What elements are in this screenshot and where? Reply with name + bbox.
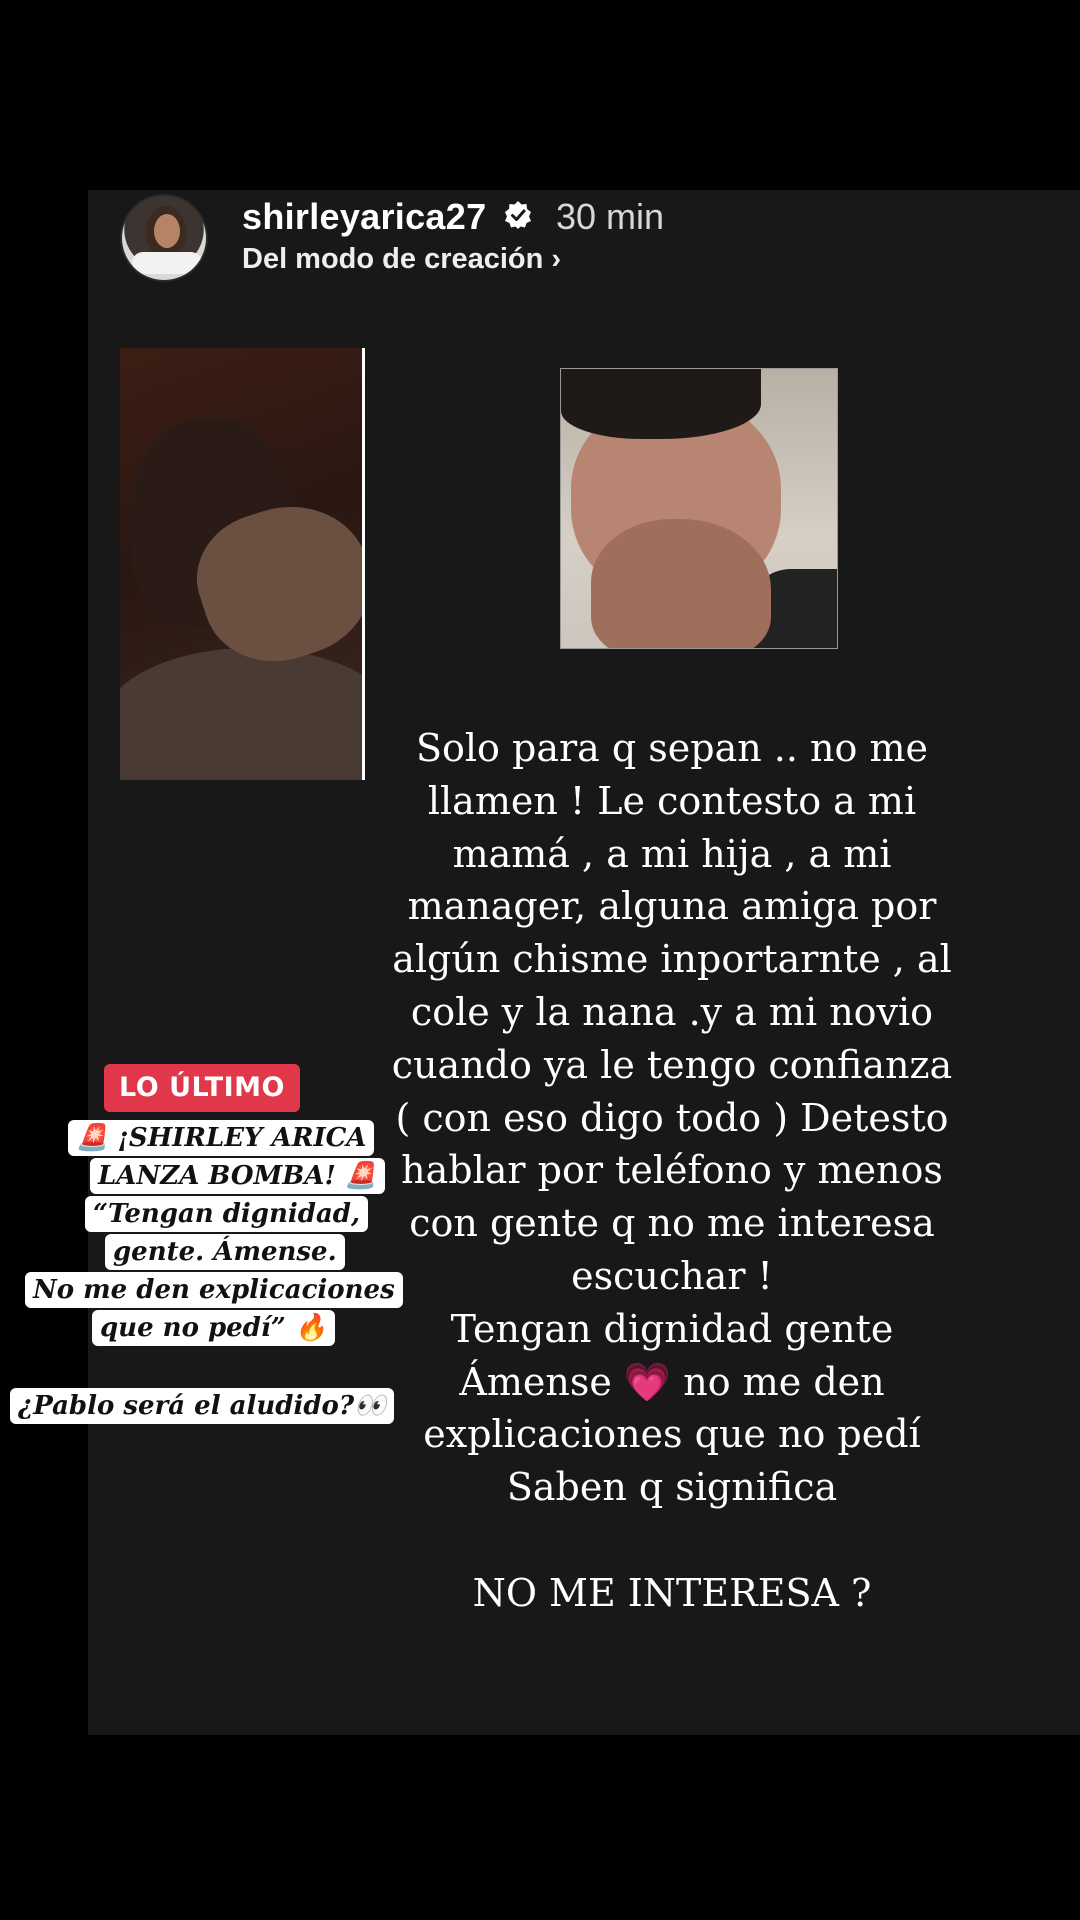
breaking-news-badge: LO ÚLTIMO bbox=[104, 1064, 300, 1112]
caption-line: que no pedí” 🔥 bbox=[92, 1310, 336, 1346]
heart-icon: 💗 bbox=[623, 1359, 672, 1404]
username[interactable]: shirleyarica27 bbox=[242, 196, 486, 238]
verified-badge-icon bbox=[505, 201, 531, 229]
creation-mode-link[interactable]: Del modo de creación › bbox=[242, 243, 561, 276]
caption-line: 🚨 ¡SHIRLEY ARICA bbox=[68, 1120, 375, 1156]
caption-line: LANZA BOMBA! 🚨 bbox=[90, 1158, 386, 1194]
profile-avatar[interactable] bbox=[120, 194, 208, 282]
caption-line: gente. Ámense. bbox=[105, 1234, 345, 1270]
post-time: 30 min bbox=[556, 196, 665, 237]
caption-line: No me den explicaciones bbox=[25, 1272, 403, 1308]
photo-left-crying bbox=[120, 348, 365, 780]
caption-line: “Tengan dignidad, bbox=[85, 1196, 369, 1232]
photo-right-crying bbox=[560, 368, 838, 649]
caption-question: ¿Pablo será el aludido?👀 bbox=[10, 1388, 395, 1424]
story-text-part1: Solo para q sepan .. no me llamen ! Le c… bbox=[391, 726, 953, 1404]
story-header: shirleyarica27 30 min Del modo de creaci… bbox=[120, 192, 1060, 282]
story-message: Solo para q sepan .. no me llamen ! Le c… bbox=[382, 722, 962, 1620]
